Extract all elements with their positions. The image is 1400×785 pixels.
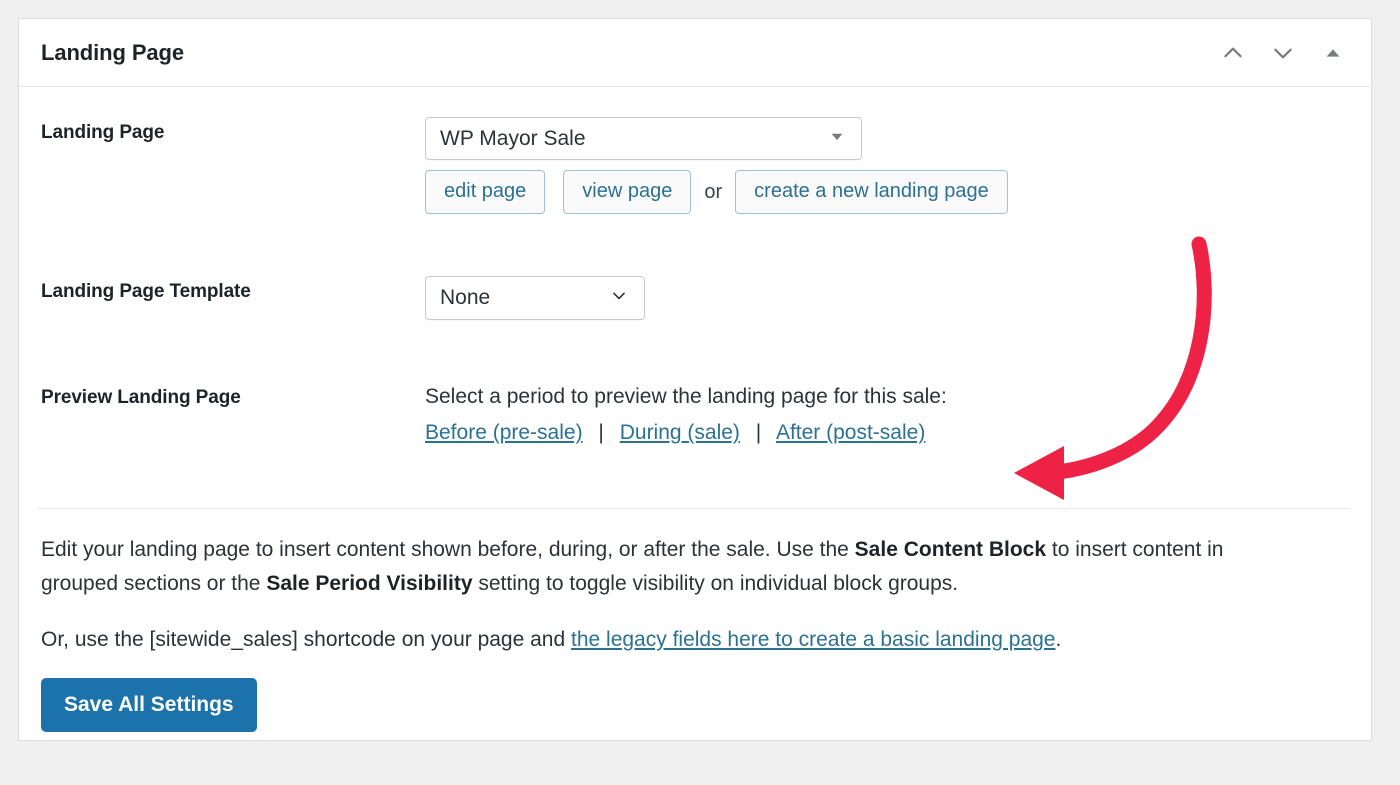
help-text-part-3: setting to toggle visibility on individu…	[472, 572, 959, 596]
metabox-header-controls	[1213, 19, 1353, 87]
move-up-icon[interactable]	[1213, 33, 1253, 73]
landing-page-select-wrap: WP Mayor Sale	[425, 117, 862, 161]
link-separator-2: |	[755, 421, 762, 445]
row-preview-landing-page: Preview Landing Page Select a period to …	[41, 382, 1349, 449]
toggle-panel-icon[interactable]	[1313, 33, 1353, 73]
sale-content-block-term: Sale Content Block	[854, 538, 1047, 562]
edit-page-button[interactable]: edit page	[425, 170, 546, 215]
metabox-header: Landing Page	[19, 19, 1371, 87]
save-all-settings-button[interactable]: Save All Settings	[41, 678, 257, 733]
shortcode-text-part-1: Or, use the [sitewide_sales] shortcode o…	[41, 627, 571, 651]
help-text-part-1: Edit your landing page to insert content…	[41, 538, 855, 562]
shortcode-text-part-2: .	[1055, 627, 1062, 651]
row-landing-page: Landing Page WP Mayor Sale edit page vie…	[41, 117, 1349, 215]
view-page-button[interactable]: view page	[563, 170, 692, 215]
preview-landing-page-label: Preview Landing Page	[41, 386, 241, 408]
landing-page-metabox: Landing Page Landing Page WP Mayor Sale …	[18, 18, 1372, 742]
landing-page-template-select[interactable]: None	[425, 276, 645, 320]
preview-after-link[interactable]: After (post-sale)	[776, 421, 925, 444]
landing-page-actions: edit page view page or create a new land…	[425, 170, 1349, 215]
sale-period-visibility-term: Sale Period Visibility	[266, 572, 473, 596]
landing-page-template-field: None	[425, 276, 1349, 320]
preview-instructions: Select a period to preview the landing p…	[425, 384, 947, 408]
link-separator-1: |	[598, 421, 604, 445]
move-down-icon[interactable]	[1263, 33, 1303, 73]
or-separator: or	[704, 180, 723, 203]
admin-page: Landing Page Landing Page WP Mayor Sale …	[0, 0, 1400, 785]
page-title: Landing Page	[41, 39, 185, 65]
shortcode-help-text: Or, use the [sitewide_sales] shortcode o…	[41, 623, 1291, 657]
preview-during-link[interactable]: During (sale)	[620, 421, 740, 444]
landing-page-field: WP Mayor Sale edit page view page or cre…	[425, 117, 1349, 215]
landing-page-select[interactable]: WP Mayor Sale	[425, 117, 862, 161]
legacy-fields-link[interactable]: the legacy fields here to create a basic…	[571, 628, 1056, 651]
row-landing-page-template: Landing Page Template None	[41, 276, 1349, 320]
create-new-landing-page-button[interactable]: create a new landing page	[735, 170, 1008, 215]
metabox-body: Landing Page WP Mayor Sale edit page vie…	[19, 87, 1371, 474]
metabox-footer: Edit your landing page to insert content…	[19, 509, 1371, 740]
preview-period-links: Before (pre-sale) | During (sale) | Afte…	[425, 418, 1349, 448]
preview-landing-page-field: Select a period to preview the landing p…	[425, 382, 1349, 449]
template-select-wrap: None	[425, 276, 645, 320]
preview-before-link[interactable]: Before (pre-sale)	[425, 421, 583, 444]
landing-page-help-text: Edit your landing page to insert content…	[41, 533, 1291, 600]
landing-page-label: Landing Page	[41, 122, 165, 143]
landing-page-template-label: Landing Page Template	[41, 281, 251, 303]
